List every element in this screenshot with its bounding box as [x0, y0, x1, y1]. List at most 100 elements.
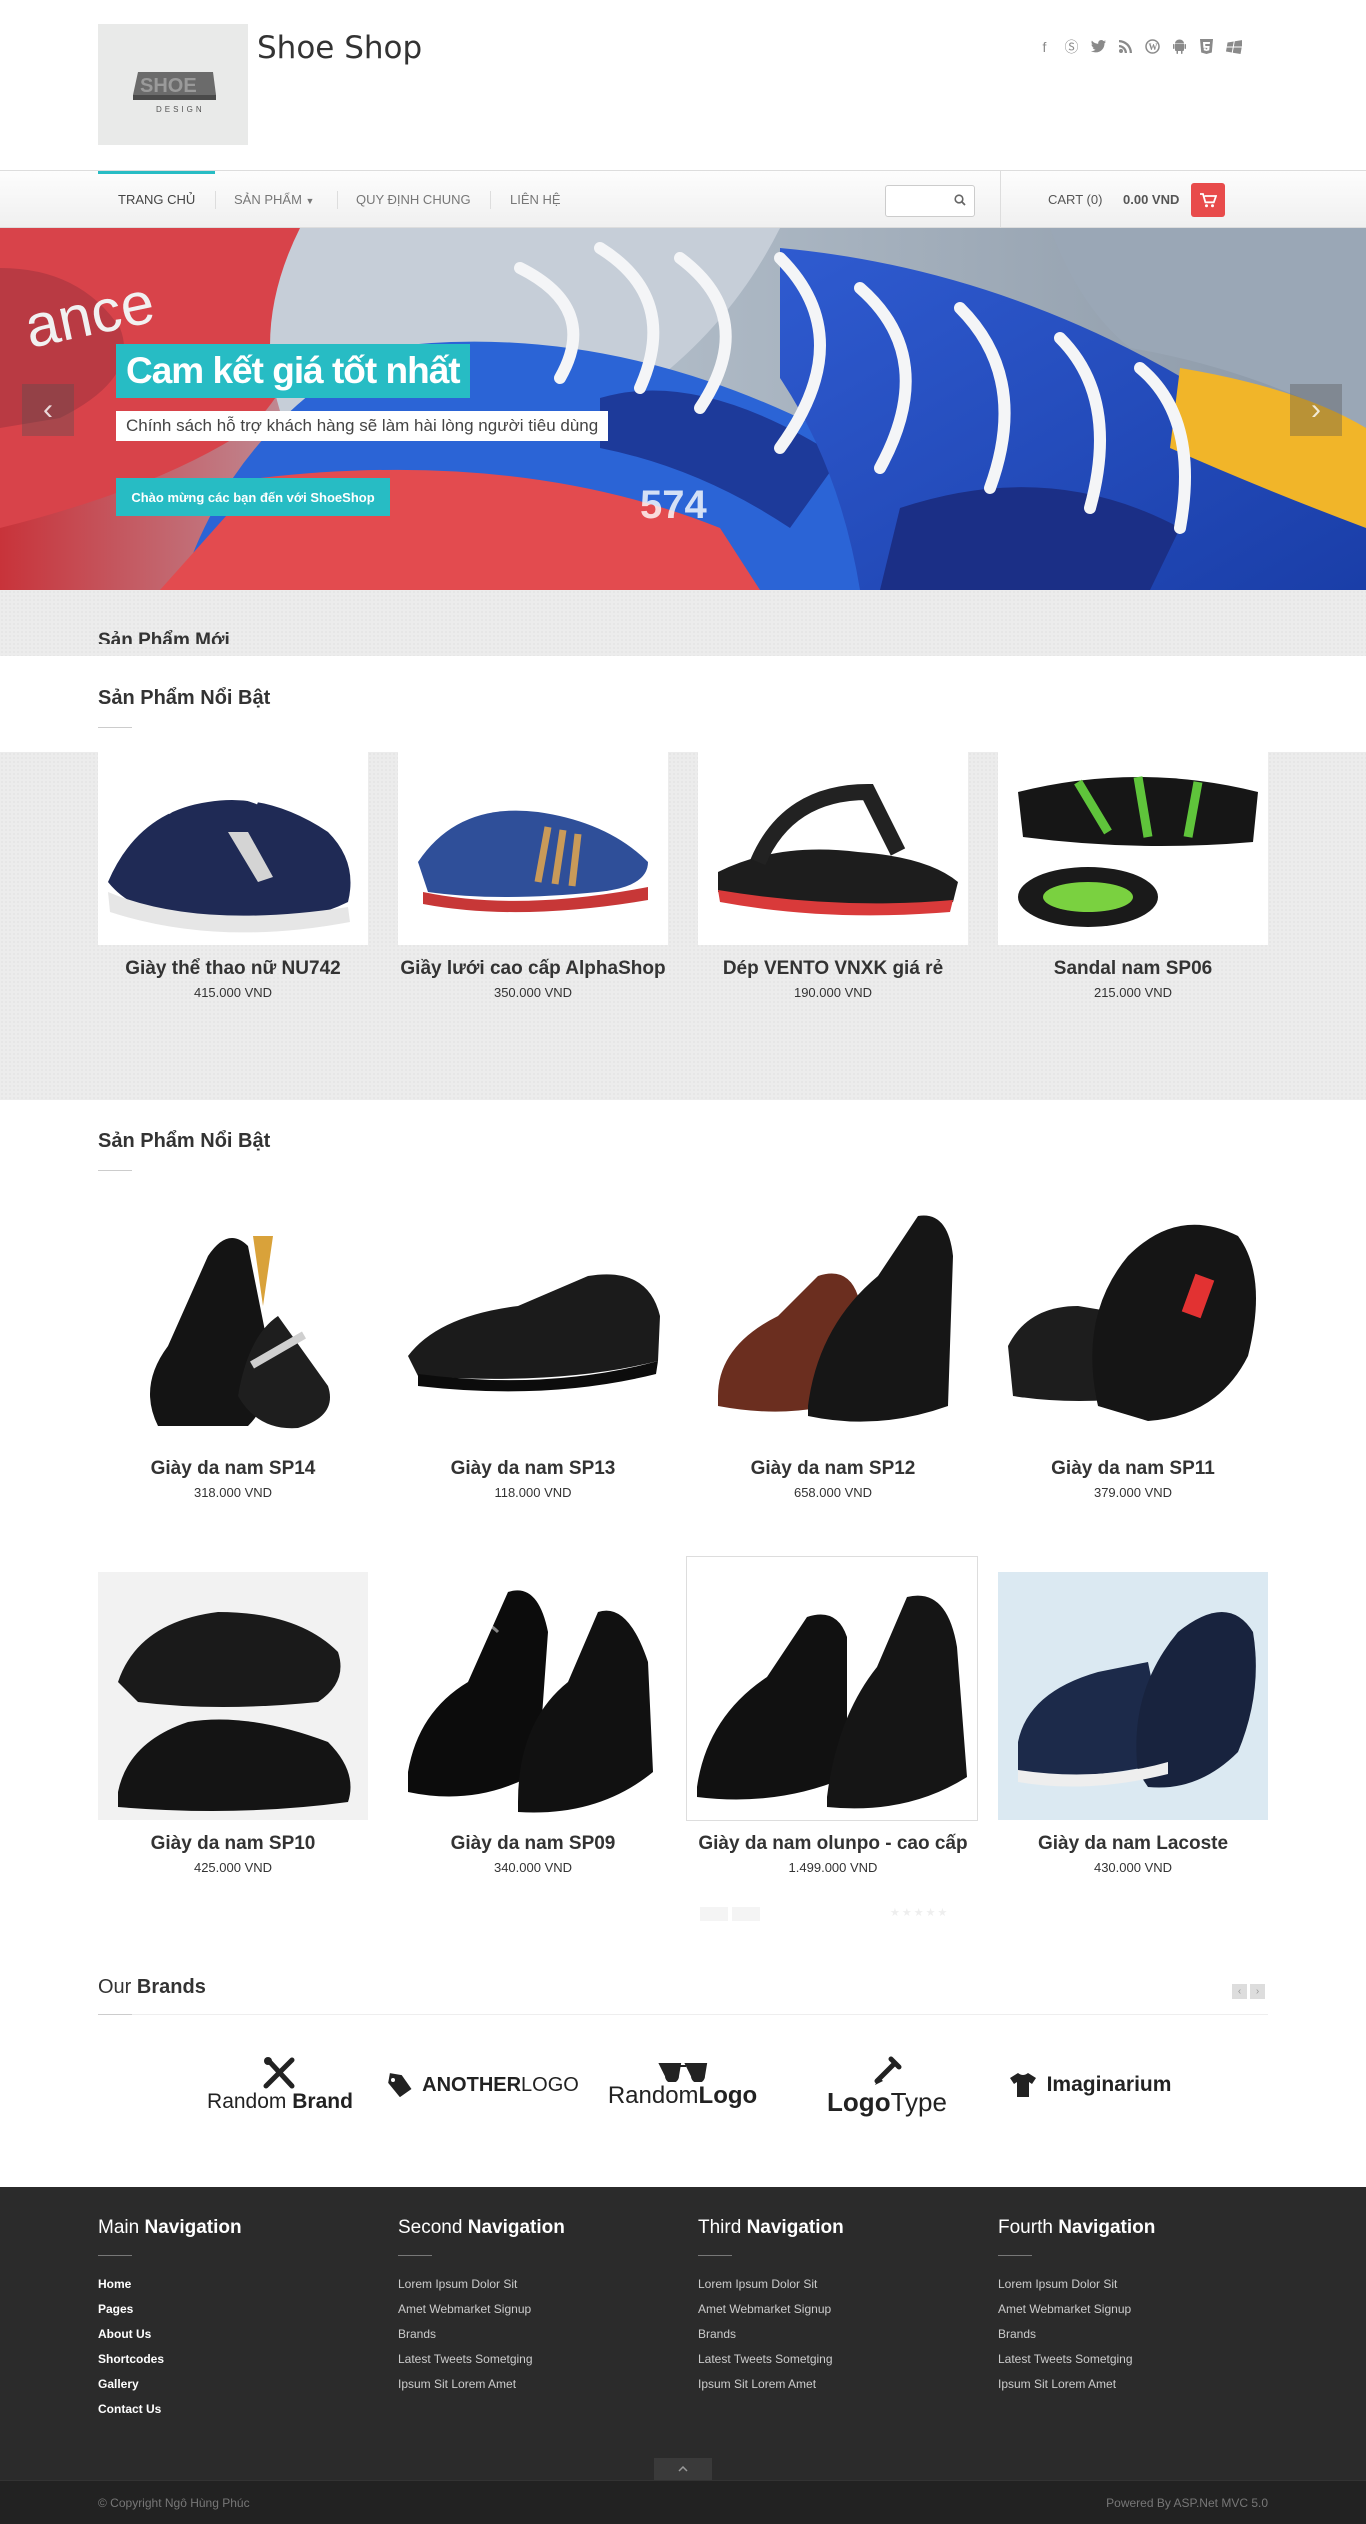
product-name[interactable]: Sandal nam SP06 — [983, 958, 1283, 980]
footer-link[interactable]: Ipsum Sit Lorem Amet — [998, 2377, 1116, 2391]
new-products-title: Sản Phẩm Mới — [98, 630, 230, 644]
hero-welcome-button[interactable]: Chào mừng các bạn đến với ShoeShop — [116, 478, 390, 516]
site-logo[interactable]: SHOE DESIGN — [98, 24, 248, 145]
slider-next-arrow[interactable]: › — [1290, 384, 1342, 436]
tshirt-icon — [1009, 2073, 1036, 2097]
product-image-vento[interactable] — [698, 752, 968, 945]
footer-link[interactable]: Brands — [998, 2327, 1036, 2341]
footer-link[interactable]: Ipsum Sit Lorem Amet — [698, 2377, 816, 2391]
footer-title-light: Main — [98, 2217, 140, 2238]
sunglasses-icon — [657, 2063, 707, 2082]
product-name[interactable]: Giày da nam Lacoste — [983, 1833, 1283, 1855]
footer-link[interactable]: Lorem Ipsum Dolor Sit — [998, 2277, 1117, 2291]
footer-link[interactable]: Latest Tweets Sometging — [998, 2352, 1133, 2366]
brand-random-logo[interactable]: RandomLogo — [605, 2050, 760, 2120]
product-image-sandal-sp06[interactable] — [998, 752, 1268, 945]
search-input[interactable] — [885, 185, 975, 217]
brand-another-logo[interactable]: ANOTHERLOGO — [385, 2050, 580, 2120]
android-icon[interactable] — [1171, 38, 1188, 55]
product-price: 415.000 VND — [193, 985, 273, 1000]
footer-link-pages[interactable]: Pages — [98, 2302, 133, 2316]
wordpress-icon[interactable]: W — [1144, 38, 1161, 55]
brand-random-brand[interactable]: Random Brand — [200, 2050, 360, 2120]
footer-link[interactable]: Lorem Ipsum Dolor Sit — [398, 2277, 517, 2291]
product-name[interactable]: Giày da nam SP14 — [83, 1458, 383, 1480]
compare-button[interactable] — [700, 1907, 728, 1921]
hero-slider[interactable]: ance 574 — [0, 228, 1366, 590]
html5-icon[interactable] — [1198, 38, 1215, 55]
cart-count[interactable]: CART (0) — [1048, 171, 1102, 228]
cart-total: 0.00 VND — [1123, 192, 1180, 207]
product-name[interactable]: Giày thể thao nữ NU742 — [83, 958, 383, 980]
footer-link-about[interactable]: About Us — [98, 2327, 151, 2341]
brand-imaginarium[interactable]: Imaginarium — [995, 2050, 1185, 2120]
footer-link[interactable]: Lorem Ipsum Dolor Sit — [698, 2277, 817, 2291]
footer-link[interactable]: Amet Webmarket Signup — [398, 2302, 531, 2316]
footer-title-underline — [698, 2255, 732, 2256]
footer-link[interactable]: Brands — [398, 2327, 436, 2341]
skype-icon[interactable]: Ⓢ — [1063, 38, 1080, 55]
brands-title-light: Our — [98, 1976, 132, 1998]
nav-item-home[interactable]: TRANG CHỦ — [98, 171, 216, 228]
footer-title-bold: Navigation — [144, 2217, 242, 2238]
featured-title-1: Sản Phẩm Nổi Bật — [98, 687, 271, 709]
brands-prev-arrow[interactable]: ‹ — [1232, 1984, 1247, 1999]
brand-light-text: Random — [607, 2082, 699, 2109]
footer-link-contact[interactable]: Contact Us — [98, 2402, 161, 2416]
nav-item-rules[interactable]: QUY ĐỊNH CHUNG — [356, 171, 471, 228]
wishlist-button[interactable] — [732, 1907, 760, 1921]
product-image-sp11[interactable] — [998, 1196, 1268, 1444]
footer-link[interactable]: Brands — [698, 2327, 736, 2341]
back-to-top-button[interactable] — [654, 2458, 712, 2480]
footer-link[interactable]: Amet Webmarket Signup — [698, 2302, 831, 2316]
facebook-icon[interactable]: f — [1036, 38, 1053, 55]
brands-next-arrow[interactable]: › — [1250, 1984, 1265, 1999]
product-name[interactable]: Giày da nam SP13 — [383, 1458, 683, 1480]
product-image-sp09[interactable] — [398, 1572, 668, 1820]
brand-logotype[interactable]: LogoType — [812, 2050, 962, 2120]
nav-item-products[interactable]: SẢN PHẨM ▼ — [234, 171, 314, 228]
product-name[interactable]: Dép VENTO VNXK giá rẻ — [683, 958, 983, 980]
footer-link-home[interactable]: Home — [98, 2277, 131, 2291]
product-name[interactable]: Giày da nam SP10 — [83, 1833, 383, 1855]
product-name[interactable]: Giày da nam SP11 — [983, 1458, 1283, 1480]
cart-button[interactable] — [1191, 183, 1225, 217]
rating-stars: ★★★★★ — [890, 1907, 950, 1919]
footer-link[interactable]: Latest Tweets Sometging — [698, 2352, 833, 2366]
brands-title-bold: Brands — [136, 1976, 206, 1998]
product-image-alphashop[interactable] — [398, 752, 668, 945]
rss-icon[interactable] — [1117, 38, 1134, 55]
product-name[interactable]: Giầy lưới cao cấp AlphaShop — [383, 958, 683, 980]
footer-col-title-fourth: Fourth Navigation — [998, 2217, 1155, 2239]
powered-by-text: Powered By ASP.Net MVC 5.0 — [1106, 2496, 1268, 2510]
footer-link-gallery[interactable]: Gallery — [98, 2377, 139, 2391]
search-icon[interactable] — [954, 194, 966, 209]
product-image-sp12[interactable] — [698, 1196, 968, 1444]
product-image-sp14[interactable] — [98, 1196, 368, 1444]
product-name[interactable]: Giày da nam SP12 — [683, 1458, 983, 1480]
brand-bold-text: Imaginarium — [1046, 2073, 1172, 2096]
social-links: f Ⓢ W — [1036, 38, 1242, 55]
product-image-nu742[interactable] — [98, 752, 368, 945]
product-name[interactable]: Giày da nam olunpo - cao cấp — [683, 1833, 983, 1855]
brand-bold-text: Logo — [827, 2086, 891, 2117]
slider-prev-arrow[interactable]: ‹ — [22, 384, 74, 436]
product-price: 1.499.000 VND — [788, 1860, 878, 1875]
brand-bold-text: ANOTHER — [422, 2073, 522, 2096]
footer-link-shortcodes[interactable]: Shortcodes — [98, 2352, 164, 2366]
windows-icon[interactable] — [1225, 38, 1242, 55]
footer-link[interactable]: Amet Webmarket Signup — [998, 2302, 1131, 2316]
footer-title-underline — [398, 2255, 432, 2256]
footer-link[interactable]: Latest Tweets Sometging — [398, 2352, 533, 2366]
product-name[interactable]: Giày da nam SP09 — [383, 1833, 683, 1855]
product-image-sp10[interactable] — [98, 1572, 368, 1820]
title-underline — [98, 727, 132, 728]
product-image-lacoste[interactable] — [998, 1572, 1268, 1820]
footer-link[interactable]: Ipsum Sit Lorem Amet — [398, 2377, 516, 2391]
footer-title-light: Third — [698, 2217, 742, 2238]
twitter-icon[interactable] — [1090, 38, 1107, 55]
product-image-olunpo[interactable] — [686, 1556, 978, 1821]
nav-item-contact[interactable]: LIÊN HỆ — [510, 171, 561, 228]
site-title[interactable]: Shoe Shop — [257, 30, 422, 66]
product-image-sp13[interactable] — [398, 1196, 668, 1444]
